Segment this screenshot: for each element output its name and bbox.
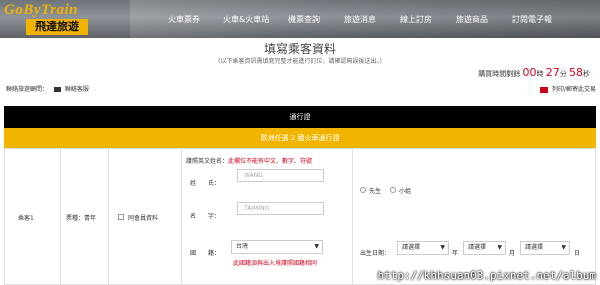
print-label: 列印/郵寄此交易 xyxy=(551,86,596,93)
birth-day-select[interactable]: 請選擇 ▼ xyxy=(520,241,570,255)
passport-name-note: 此欄位不能有中文、數字、符號 xyxy=(228,158,313,165)
section-header: 通行證 xyxy=(4,106,596,128)
timer-seconds-unit: 秒 xyxy=(583,70,590,78)
logo-text: GoByTrain xyxy=(4,2,78,18)
chevron-down-icon: ▼ xyxy=(561,244,566,251)
nationality-note: 此國籍須與出入境護照國籍相同 xyxy=(233,260,318,267)
site-logo[interactable]: GoByTrain 飛達旅遊 xyxy=(4,2,128,36)
chevron-down-icon: ▼ xyxy=(440,244,445,251)
contact-service-link[interactable]: 聯絡客服 xyxy=(65,86,89,93)
passport-name-label: 護照英文姓名：此欄位不能有中文、數字、符號 xyxy=(186,156,312,165)
column-divider xyxy=(352,148,353,285)
site-header: GoByTrain 飛達旅遊 火車票券 火車&火車站 機票查詢 旅遊消息 線上訂… xyxy=(0,0,600,38)
surname-input[interactable]: WANG xyxy=(237,169,324,182)
day-unit: 日 xyxy=(574,250,581,257)
nationality-label: 國 籍： xyxy=(190,250,221,257)
page-subtitle: (以下乘客資訊需填寫完整才能進行訂位，請確認無誤後送出。) xyxy=(218,58,382,65)
birth-month-value: 請選擇 xyxy=(468,244,487,251)
logo-chinese: 飛達旅遊 xyxy=(26,19,88,35)
same-as-member-checkbox[interactable] xyxy=(118,214,124,220)
timer-hours-unit: 時 xyxy=(536,70,544,78)
ticket-type: 票種：青年 xyxy=(66,215,97,222)
contact-bar: 聯絡旅遊顧問： 聯絡客服 xyxy=(6,84,89,93)
same-as-member-label: 同會員資料 xyxy=(128,215,159,222)
gender-male-radio[interactable] xyxy=(360,187,366,193)
nav-flight-search[interactable]: 機票查詢 xyxy=(288,14,320,25)
timer-minutes-unit: 分 xyxy=(559,70,567,78)
nav-travel-news[interactable]: 旅遊消息 xyxy=(344,14,376,25)
birth-month-select[interactable]: 請選擇 ▼ xyxy=(463,241,506,255)
gender-male-label: 先生 xyxy=(369,188,382,195)
birth-date-label: 出生日期： xyxy=(360,250,391,257)
year-unit: 年 xyxy=(452,250,459,257)
timer-label: 購買時間剩餘 xyxy=(478,70,521,78)
nav-hotel-booking[interactable]: 線上訂房 xyxy=(400,14,432,25)
nav-trains-stations[interactable]: 火車&火車站 xyxy=(223,14,269,25)
nav-travel-products[interactable]: 旅遊商品 xyxy=(456,14,488,25)
given-name-input[interactable]: TAIMING xyxy=(237,202,324,215)
nationality-select[interactable]: 台灣 ▼ xyxy=(231,240,323,254)
birth-day-value: 請選擇 xyxy=(525,244,544,251)
countdown-timer: 購買時間剩餘 00時 27分 58秒 xyxy=(478,66,590,79)
timer-seconds: 58 xyxy=(569,66,583,79)
gender-female-radio[interactable] xyxy=(390,187,396,193)
print-icon xyxy=(540,86,549,93)
birth-year-value: 請選擇 xyxy=(402,244,421,251)
passport-name-text: 護照英文姓名： xyxy=(186,158,229,165)
timer-minutes: 27 xyxy=(545,66,560,79)
given-name-label: 名 字： xyxy=(190,213,221,220)
gender-female-label: 小姐 xyxy=(399,188,412,195)
print-link[interactable]: 列印/郵寄此交易 xyxy=(540,84,596,93)
mail-icon xyxy=(53,87,61,92)
nav-train-tickets[interactable]: 火車票券 xyxy=(168,14,200,25)
column-divider xyxy=(181,148,182,285)
month-unit: 月 xyxy=(509,250,516,257)
pass-name-bar: 歐洲任選 2 國火車通行證 xyxy=(4,128,596,148)
chevron-down-icon: ▼ xyxy=(314,243,319,250)
birth-year-select[interactable]: 請選擇 ▼ xyxy=(397,241,449,255)
surname-label: 姓 氏： xyxy=(190,180,221,187)
column-divider xyxy=(60,148,61,285)
watermark: http://khhsuan03.pixnet.net/album xyxy=(377,269,596,282)
passenger-label: 乘客1 xyxy=(18,215,34,222)
chevron-down-icon: ▼ xyxy=(497,244,502,251)
timer-hours: 00 xyxy=(522,66,537,79)
nav-newsletter[interactable]: 訂閱電子報 xyxy=(512,14,552,25)
page-title: 填寫乘客資料 xyxy=(263,42,336,56)
contact-label: 聯絡旅遊顧問： xyxy=(6,86,49,93)
nationality-value: 台灣 xyxy=(236,243,249,250)
column-divider xyxy=(108,148,109,285)
